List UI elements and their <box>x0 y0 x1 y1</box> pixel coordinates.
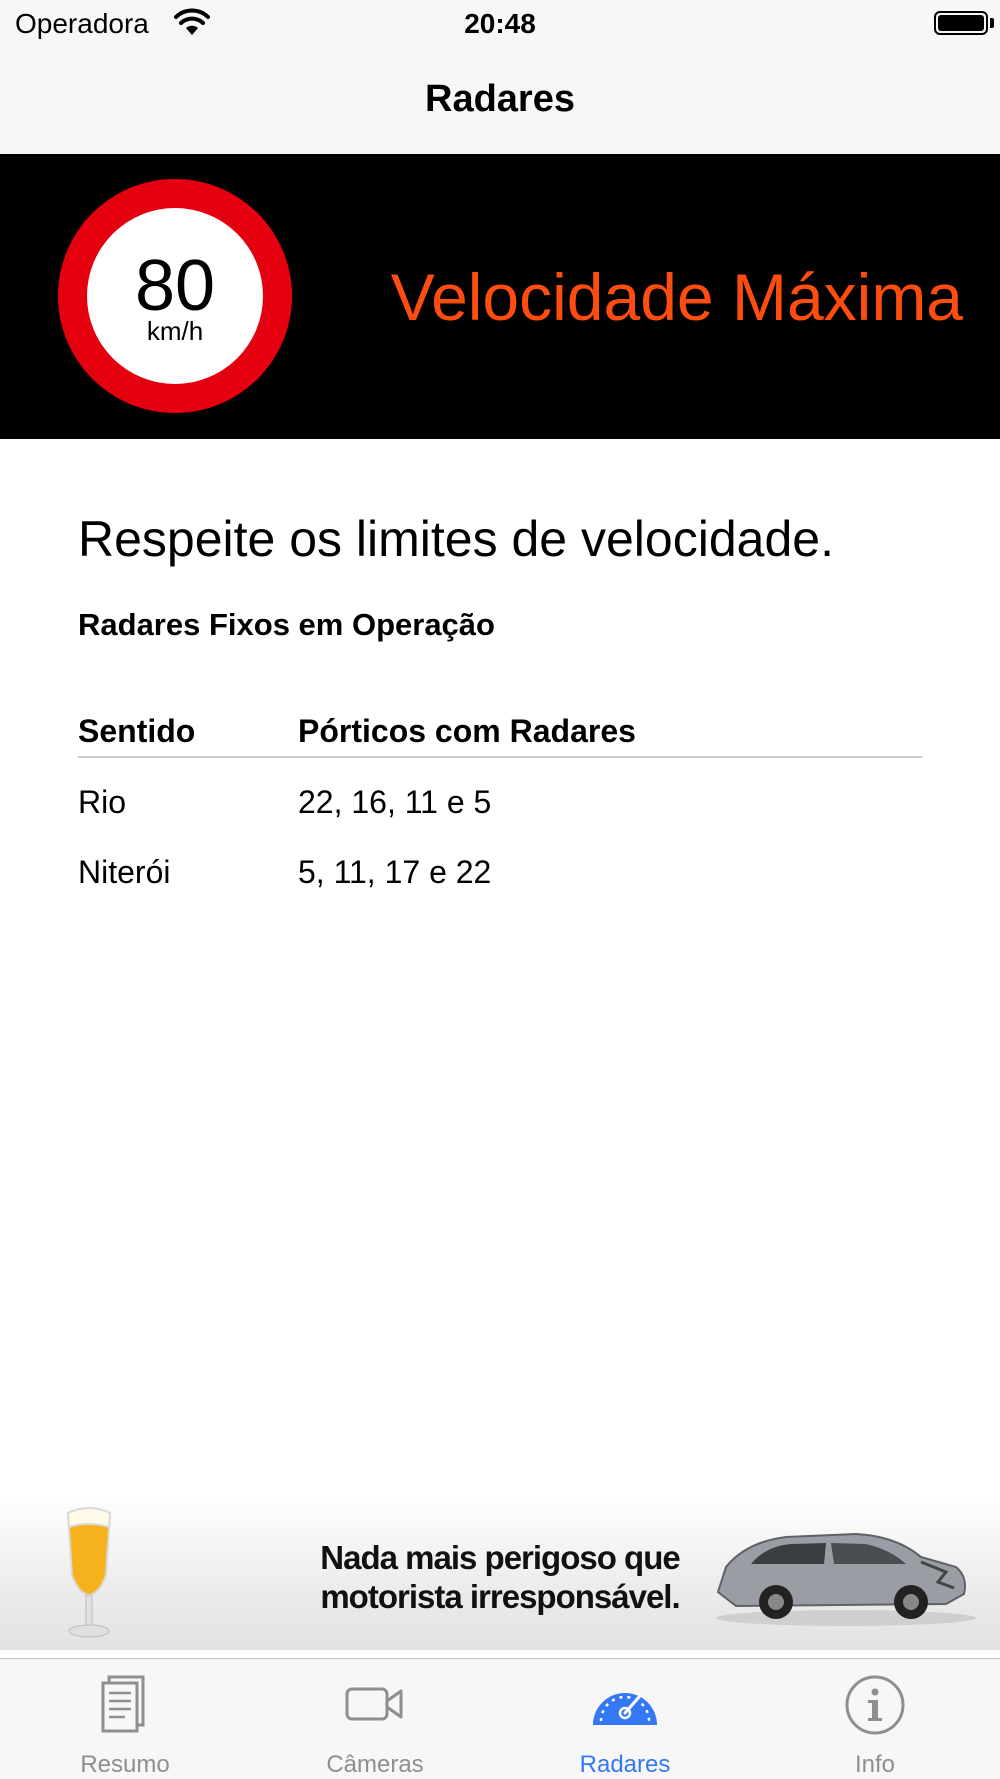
banner-title: Velocidade Máxima <box>390 260 963 334</box>
status-bar: Operadora 20:48 <box>0 0 1000 50</box>
battery-icon <box>934 11 988 35</box>
table-cell-gantries: 5, 11, 17 e 22 <box>298 854 492 890</box>
table-cell-direction: Rio <box>78 784 127 820</box>
table-cell-gantries: 22, 16, 11 e 5 <box>298 784 492 820</box>
content-heading: Respeite os limites de velocidade. <box>78 511 834 567</box>
table-header-gantries: Pórticos com Radares <box>298 713 636 749</box>
radar-table: Sentido Pórticos com Radares Rio 22, 16,… <box>78 709 923 898</box>
speed-limit-banner: 80 km/h Velocidade Máxima <box>0 154 1000 439</box>
table-header-direction: Sentido <box>78 713 196 749</box>
tab-cameras[interactable]: Câmeras <box>250 1659 500 1779</box>
status-time: 20:48 <box>464 8 536 39</box>
ad-banner[interactable]: Nada mais perigoso que motorista irrespo… <box>0 1495 1000 1650</box>
tab-info[interactable]: Info <box>750 1659 1000 1779</box>
document-icon <box>101 1675 145 1733</box>
content-subheading: Radares Fixos em Operação <box>78 607 495 642</box>
tab-radares[interactable]: Radares <box>500 1659 750 1779</box>
speed-limit-unit: km/h <box>146 316 204 346</box>
tab-label: Resumo <box>80 1751 170 1778</box>
navigation-bar: Radares <box>0 50 1000 154</box>
tab-bar: Resumo Câmeras Radares Info <box>0 1658 1000 1779</box>
tab-resumo[interactable]: Resumo <box>0 1659 250 1779</box>
tab-label: Câmeras <box>326 1751 424 1778</box>
speedometer-icon <box>593 1693 657 1725</box>
crashed-car-image <box>716 1532 976 1626</box>
page-title: Radares <box>425 78 575 120</box>
speed-limit-value: 80 <box>134 246 216 326</box>
tab-label: Radares <box>579 1751 671 1778</box>
table-header-row: Sentido Pórticos com Radares <box>78 709 923 758</box>
table-cell-direction: Niterói <box>78 854 171 890</box>
speed-limit-sign-icon: 80 km/h <box>58 179 292 413</box>
table-row: Rio 22, 16, 11 e 5 <box>78 758 923 828</box>
battery-cap <box>990 18 994 28</box>
video-camera-icon <box>345 1687 403 1721</box>
tab-label: Info <box>854 1751 896 1778</box>
info-icon <box>845 1675 905 1735</box>
table-row: Niterói 5, 11, 17 e 22 <box>78 828 923 898</box>
